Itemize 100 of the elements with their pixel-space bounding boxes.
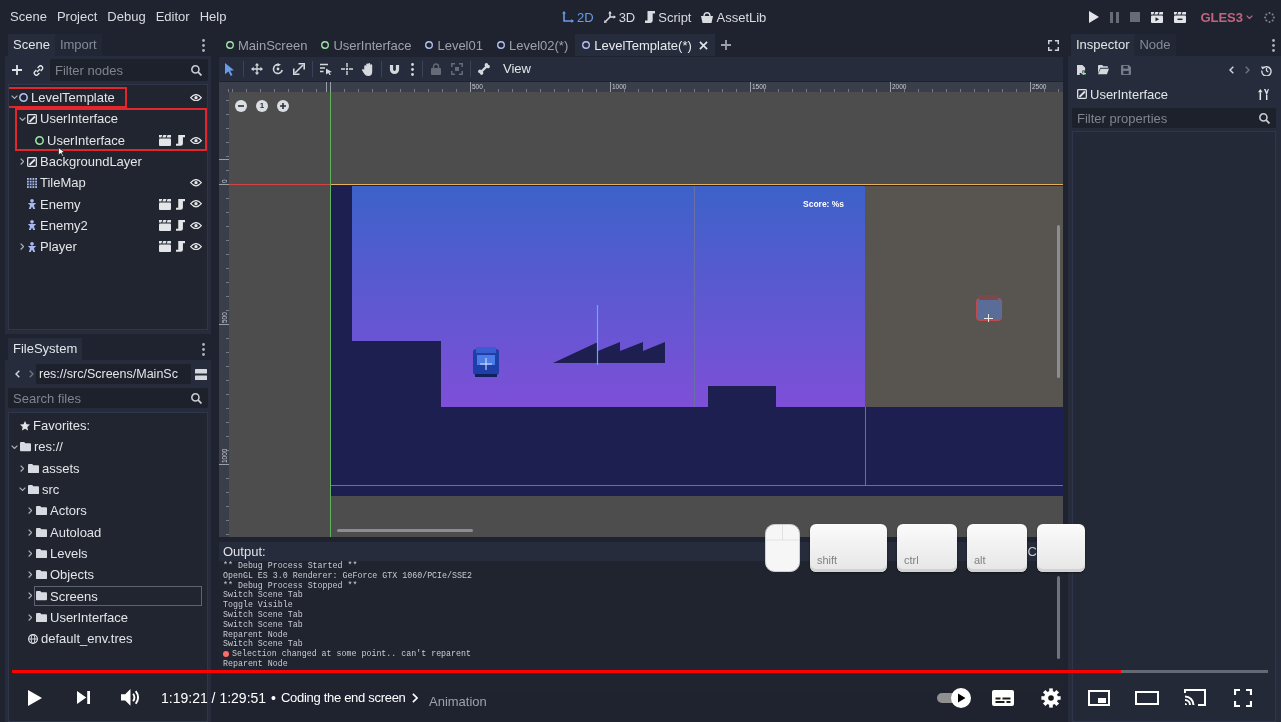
tools-icon[interactable]: [1258, 88, 1269, 100]
list-pointer-icon[interactable]: [319, 63, 332, 75]
chevron-right-icon[interactable]: [19, 157, 25, 166]
menu-item[interactable]: Scene: [5, 6, 52, 28]
workspace-tab[interactable]: Script: [640, 6, 697, 28]
favorites-item[interactable]: Favorites:: [18, 415, 202, 436]
rotate-icon[interactable]: [271, 63, 284, 75]
path-field[interactable]: res://src/Screens/MainSc: [36, 364, 191, 384]
chevron-right-icon[interactable]: [19, 243, 25, 251]
workspace-tab[interactable]: 2D: [557, 6, 599, 28]
chevron-right-icon[interactable]: [27, 528, 33, 536]
chapter-button[interactable]: Coding the end screen: [281, 690, 418, 705]
save-icon[interactable]: [1121, 65, 1131, 75]
more-icon[interactable]: [202, 38, 205, 52]
scene-node[interactable]: TileMap: [27, 175, 86, 191]
settings-icon[interactable]: [1041, 687, 1061, 708]
folder-open-icon[interactable]: [1098, 65, 1109, 75]
scroll-icon[interactable]: [176, 134, 185, 146]
scroll-icon[interactable]: [176, 198, 185, 210]
scene-node[interactable]: UserInterface: [27, 111, 119, 127]
scroll-icon[interactable]: [176, 220, 185, 231]
folder-item[interactable]: Levels: [34, 543, 202, 564]
chevron-down-icon[interactable]: [10, 444, 18, 450]
object-name[interactable]: UserInterface: [1090, 86, 1169, 102]
chevron-right-icon[interactable]: [27, 613, 33, 621]
eye-icon[interactable]: [190, 136, 202, 144]
zoom-out-icon[interactable]: [235, 100, 247, 112]
scene-node[interactable]: Enemy2: [27, 217, 88, 233]
autoplay-toggle[interactable]: [937, 687, 971, 708]
chevron-right-icon[interactable]: [1245, 66, 1250, 74]
dock-tab[interactable]: Import: [54, 34, 102, 56]
scene-node[interactable]: BackgroundLayer: [27, 154, 142, 170]
eye-icon[interactable]: [190, 200, 202, 208]
menu-item[interactable]: Help: [194, 6, 232, 28]
scene-node[interactable]: Enemy: [27, 196, 81, 212]
chevron-down-icon[interactable]: [10, 95, 18, 100]
scene-node[interactable]: Player: [27, 239, 77, 255]
skip-next-icon[interactable]: [76, 691, 90, 704]
close-icon[interactable]: [698, 40, 708, 50]
dock-tab[interactable]: Inspector: [1071, 34, 1135, 56]
folder-item[interactable]: src: [26, 479, 202, 500]
chevron-left-icon[interactable]: [1229, 66, 1234, 74]
volume-icon[interactable]: [121, 689, 141, 706]
chevron-left-icon[interactable]: [15, 370, 20, 378]
hand-icon[interactable]: [362, 62, 373, 76]
menu-item[interactable]: Debug: [102, 6, 151, 28]
document-tab[interactable]: UserInterface: [314, 34, 419, 56]
folder-item[interactable]: res://: [18, 436, 202, 457]
eye-icon[interactable]: [190, 221, 202, 230]
folder-item[interactable]: Objects: [34, 564, 202, 585]
dock-tab[interactable]: Node: [1134, 34, 1176, 56]
bone-icon[interactable]: [477, 63, 490, 75]
chevron-right-icon[interactable]: [27, 507, 33, 515]
file-item[interactable]: default_env.tres: [26, 628, 202, 649]
scale-icon[interactable]: [292, 63, 305, 75]
crosshair-icon[interactable]: [340, 63, 353, 75]
filter-field[interactable]: Filter properties: [1072, 108, 1276, 128]
workspace-tab[interactable]: AssetLib: [696, 6, 772, 28]
search-field[interactable]: Search files: [8, 388, 208, 408]
chevron-right-icon[interactable]: [19, 464, 25, 472]
clapperboard-icon[interactable]: [1174, 11, 1187, 23]
menu-item[interactable]: Project: [51, 6, 103, 28]
view-menu[interactable]: View: [494, 57, 540, 81]
folder-item[interactable]: UserInterface: [34, 607, 202, 628]
output-action-button[interactable]: C: [1027, 544, 1037, 559]
renderer-dropdown[interactable]: GLES3: [1200, 9, 1253, 25]
pointer-icon[interactable]: [224, 62, 235, 76]
miniplayer-icon[interactable]: [1088, 689, 1110, 706]
cast-icon[interactable]: [1184, 689, 1206, 706]
chevron-right-icon[interactable]: [29, 370, 34, 378]
scene-node[interactable]: UserInterface: [35, 132, 126, 148]
scene-node[interactable]: LevelTemplate: [19, 90, 115, 106]
plus-icon[interactable]: [720, 40, 731, 50]
chevron-down-icon[interactable]: [18, 487, 26, 492]
dock-tab[interactable]: FileSystem: [8, 338, 83, 360]
menu-item[interactable]: Editor: [150, 6, 195, 28]
theater-mode-icon[interactable]: [1135, 690, 1159, 705]
document-tab[interactable]: Level01: [418, 34, 490, 56]
more-icon[interactable]: [202, 342, 205, 356]
document-tab[interactable]: Level02(*): [489, 34, 576, 56]
workspace-tab[interactable]: 3D: [598, 6, 641, 28]
folder-item[interactable]: assets: [26, 458, 202, 479]
chevron-down-icon[interactable]: [18, 116, 26, 122]
magnet-icon[interactable]: [389, 63, 400, 75]
history-icon[interactable]: [1261, 64, 1272, 76]
clapperboard-icon[interactable]: [159, 219, 171, 231]
link-icon[interactable]: [33, 64, 44, 76]
folder-item[interactable]: Actors: [34, 500, 202, 521]
clapperboard-icon[interactable]: [159, 198, 171, 210]
zoom-in-icon[interactable]: [277, 100, 289, 112]
chevron-right-icon[interactable]: [27, 549, 33, 557]
scrollbar-thumb[interactable]: [337, 529, 473, 532]
play-icon[interactable]: [1089, 11, 1100, 23]
split-view-icon[interactable]: [195, 368, 207, 380]
clapperboard-play-icon[interactable]: [1151, 11, 1164, 23]
move-icon[interactable]: [250, 63, 263, 75]
zoom-reset-button[interactable]: 1: [256, 100, 268, 112]
scroll-icon[interactable]: [176, 241, 185, 253]
eye-icon[interactable]: [190, 243, 202, 251]
chevron-right-icon[interactable]: [27, 571, 33, 579]
